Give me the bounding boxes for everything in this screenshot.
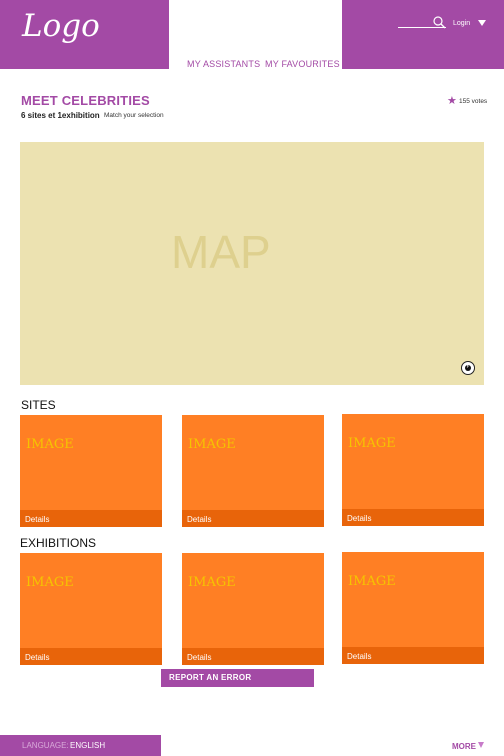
image-placeholder: IMAGE [26, 575, 74, 590]
exhibitions-heading: EXHIBITIONS [20, 536, 97, 550]
image-placeholder: IMAGE [348, 574, 396, 589]
details-link[interactable]: Details [347, 514, 371, 523]
page-title: MEET CELEBRITIES [21, 93, 150, 108]
map-next-arrow-icon[interactable]: › [461, 361, 475, 375]
exhibition-card[interactable]: IMAGE Details [20, 553, 162, 665]
exhibition-card[interactable]: IMAGE Details [342, 552, 484, 664]
votes-count: 155 votes [459, 98, 488, 105]
report-error-label: REPORT AN ERROR [169, 673, 252, 682]
image-placeholder: IMAGE [188, 437, 236, 452]
exhibition-card[interactable]: IMAGE Details [182, 553, 324, 665]
details-link[interactable]: Details [187, 515, 211, 524]
match-text: Match your selection [104, 112, 164, 119]
nav-my-assistants[interactable]: MY ASSISTANTS [187, 59, 260, 69]
details-bar[interactable]: Details [342, 647, 484, 664]
more-link[interactable]: MORE [452, 742, 476, 751]
image-placeholder: IMAGE [26, 437, 74, 452]
map-area[interactable]: MAP › [20, 142, 484, 385]
image-placeholder: IMAGE [188, 575, 236, 590]
language-value[interactable]: ENGLISH [70, 741, 105, 750]
image-placeholder: IMAGE [348, 436, 396, 451]
details-link[interactable]: Details [25, 653, 49, 662]
map-placeholder-label: MAP [171, 226, 271, 278]
language-label: LANGUAGE: [22, 741, 69, 750]
details-link[interactable]: Details [25, 515, 49, 524]
login-link[interactable]: Login [453, 20, 470, 27]
details-bar[interactable]: Details [182, 648, 324, 665]
report-error-button[interactable]: REPORT AN ERROR [161, 669, 314, 687]
chevron-down-icon[interactable] [478, 742, 484, 748]
details-bar[interactable]: Details [20, 648, 162, 665]
details-bar[interactable]: Details [20, 510, 162, 527]
site-card[interactable]: IMAGE Details [182, 415, 324, 527]
details-bar[interactable]: Details [182, 510, 324, 527]
chevron-down-icon[interactable] [478, 20, 486, 26]
details-link[interactable]: Details [187, 653, 211, 662]
result-count: 6 sites et 1exhibition [21, 111, 100, 120]
details-link[interactable]: Details [347, 652, 371, 661]
star-icon[interactable]: ★ [447, 96, 457, 107]
sites-heading: SITES [21, 398, 56, 412]
site-card[interactable]: IMAGE Details [342, 414, 484, 526]
logo[interactable]: Logo [22, 8, 100, 44]
search-icon[interactable] [432, 15, 446, 29]
details-bar[interactable]: Details [342, 509, 484, 526]
nav-my-favourites[interactable]: MY FAVOURITES [265, 59, 340, 69]
header-user-panel [342, 0, 504, 69]
site-card[interactable]: IMAGE Details [20, 415, 162, 527]
